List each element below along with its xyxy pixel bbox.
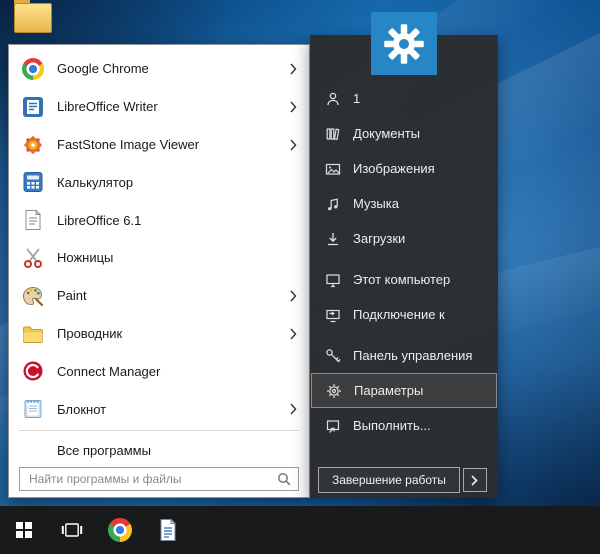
task-view-button[interactable] [48, 506, 96, 554]
paint-icon [21, 284, 45, 308]
right-item-label: Выполнить... [353, 418, 431, 433]
start-item-all-programs[interactable]: Все программы [9, 433, 309, 467]
right-item-music[interactable]: Музыка [310, 186, 498, 221]
start-item-label: Проводник [57, 326, 122, 341]
right-item-settings[interactable]: Параметры [311, 373, 497, 408]
taskbar-chrome-button[interactable] [96, 506, 144, 554]
faststone-icon [21, 133, 45, 157]
shutdown-options-button[interactable] [463, 468, 487, 492]
start-item-google-chrome[interactable]: Google Chrome [9, 50, 309, 88]
start-item-label: Калькулятор [57, 175, 133, 190]
chrome-icon [21, 57, 45, 81]
scissors-icon [21, 246, 45, 270]
start-item-libreoffice-61[interactable]: LibreOffice 6.1 [9, 201, 309, 239]
start-item-explorer[interactable]: Проводник [9, 315, 309, 353]
right-item-label: Музыка [353, 196, 399, 211]
music-icon [325, 196, 341, 212]
user-icon [325, 91, 341, 107]
calculator-icon [21, 170, 45, 194]
submenu-chevron-icon [290, 63, 297, 75]
start-item-label: Все программы [57, 443, 151, 458]
right-item-label: Этот компьютер [353, 272, 450, 287]
search-area [19, 467, 299, 491]
submenu-chevron-icon [290, 139, 297, 151]
start-item-faststone-image-viewer[interactable]: FastStone Image Viewer [9, 126, 309, 164]
right-item-pictures[interactable]: Изображения [310, 151, 498, 186]
start-item-label: LibreOffice Writer [57, 99, 158, 114]
folder-icon [14, 3, 52, 33]
start-item-label: Paint [57, 288, 87, 303]
explorer-folder-icon [21, 322, 45, 346]
taskbar-writer-button[interactable] [144, 506, 192, 554]
start-item-connect-manager[interactable]: Connect Manager [9, 353, 309, 391]
right-item-label: 1 [353, 91, 360, 106]
settings-gear-icon [326, 383, 342, 399]
right-item-downloads[interactable]: Загрузки [310, 221, 498, 256]
start-item-label: Блокнот [57, 402, 106, 417]
empty-icon-spacer [21, 438, 45, 462]
right-item-connect-to[interactable]: Подключение к [310, 297, 498, 332]
documents-icon [325, 126, 341, 142]
connect-manager-icon [21, 359, 45, 383]
chrome-icon [108, 518, 132, 542]
connect-to-icon [325, 307, 341, 323]
windows-logo-icon [16, 522, 32, 538]
shutdown-area: Завершение работы [318, 467, 487, 493]
start-item-notepad[interactable]: Блокнот [9, 390, 309, 428]
taskbar [0, 506, 600, 554]
submenu-chevron-icon [290, 403, 297, 415]
downloads-icon [325, 231, 341, 247]
start-item-label: Ножницы [57, 250, 113, 265]
start-menu-right-panel: 1 Документы Изображения Музыка [310, 35, 498, 498]
start-item-label: Connect Manager [57, 364, 160, 379]
computer-icon [325, 272, 341, 288]
shutdown-button[interactable]: Завершение работы [318, 467, 460, 493]
start-item-calculator[interactable]: Калькулятор [9, 163, 309, 201]
start-item-label: Google Chrome [57, 61, 149, 76]
start-item-paint[interactable]: Paint [9, 277, 309, 315]
desktop-folder-icon[interactable] [14, 3, 52, 33]
right-item-label: Панель управления [353, 348, 472, 363]
search-icon [277, 472, 291, 486]
right-item-user-1[interactable]: 1 [310, 81, 498, 116]
start-item-label: FastStone Image Viewer [57, 137, 199, 152]
menu-separator [19, 430, 299, 431]
start-item-label: LibreOffice 6.1 [57, 213, 141, 228]
right-item-label: Подключение к [353, 307, 445, 322]
desktop: Google Chrome LibreOffice Writer FastSto… [0, 0, 600, 554]
writer-icon [158, 518, 178, 542]
task-view-icon [61, 522, 83, 538]
submenu-chevron-icon [290, 328, 297, 340]
search-box[interactable] [19, 467, 299, 491]
right-items-list: 1 Документы Изображения Музыка [310, 81, 498, 443]
right-item-run[interactable]: Выполнить... [310, 408, 498, 443]
gear-logo-icon [371, 12, 437, 75]
start-button[interactable] [0, 506, 48, 554]
start-menu-left-panel: Google Chrome LibreOffice Writer FastSto… [8, 44, 310, 498]
right-item-control-panel[interactable]: Панель управления [310, 338, 498, 373]
right-item-documents[interactable]: Документы [310, 116, 498, 151]
writer-icon [21, 95, 45, 119]
libreoffice-icon [21, 208, 45, 232]
right-item-label: Изображения [353, 161, 435, 176]
right-item-label: Параметры [354, 383, 423, 398]
submenu-chevron-icon [290, 290, 297, 302]
notepad-icon [21, 397, 45, 421]
submenu-chevron-icon [290, 101, 297, 113]
right-item-label: Документы [353, 126, 420, 141]
chevron-right-icon [471, 475, 478, 486]
right-item-this-pc[interactable]: Этот компьютер [310, 262, 498, 297]
shutdown-label: Завершение работы [332, 473, 446, 487]
right-item-label: Загрузки [353, 231, 405, 246]
pictures-icon [325, 161, 341, 177]
search-input[interactable] [27, 471, 271, 487]
start-item-snipping-tool[interactable]: Ножницы [9, 239, 309, 277]
run-icon [325, 418, 341, 434]
control-panel-key-icon [325, 348, 341, 364]
start-item-libreoffice-writer[interactable]: LibreOffice Writer [9, 88, 309, 126]
